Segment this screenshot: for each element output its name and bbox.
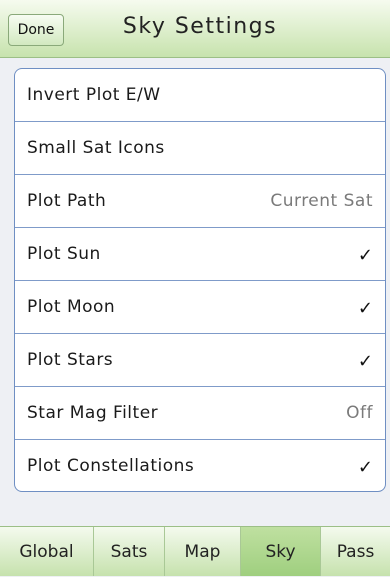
setting-value: Current Sat: [270, 191, 373, 211]
tab-global[interactable]: Global: [0, 527, 94, 576]
setting-row-star-mag-filter[interactable]: Star Mag Filter Off: [15, 387, 385, 440]
page-title: Sky Settings: [122, 14, 278, 39]
setting-label: Plot Path: [27, 191, 107, 211]
setting-label: Plot Sun: [27, 244, 101, 264]
checkmark-icon: ✓: [357, 351, 373, 372]
tab-bar: Global Sats Map Sky Pass: [0, 526, 390, 576]
setting-row-small-sat-icons[interactable]: Small Sat Icons: [15, 122, 385, 175]
checkmark-icon: ✓: [357, 457, 373, 478]
setting-row-plot-constellations[interactable]: Plot Constellations ✓: [15, 440, 385, 491]
checkmark-icon: ✓: [357, 245, 373, 266]
tab-sky[interactable]: Sky: [241, 527, 321, 576]
setting-label: Small Sat Icons: [27, 138, 165, 158]
setting-label: Star Mag Filter: [27, 403, 159, 423]
tab-map[interactable]: Map: [165, 527, 241, 576]
tab-pass[interactable]: Pass: [321, 527, 390, 576]
setting-label: Invert Plot E/W: [27, 85, 161, 105]
setting-row-plot-sun[interactable]: Plot Sun ✓: [15, 228, 385, 281]
settings-list: Invert Plot E/W Small Sat Icons Plot Pat…: [14, 68, 386, 492]
setting-value: Off: [346, 403, 373, 423]
setting-row-plot-stars[interactable]: Plot Stars ✓: [15, 334, 385, 387]
done-button[interactable]: Done: [8, 14, 64, 46]
setting-label: Plot Stars: [27, 350, 114, 370]
setting-row-invert-plot[interactable]: Invert Plot E/W: [15, 69, 385, 122]
tab-sats[interactable]: Sats: [94, 527, 165, 576]
setting-row-plot-moon[interactable]: Plot Moon ✓: [15, 281, 385, 334]
setting-row-plot-path[interactable]: Plot Path Current Sat: [15, 175, 385, 228]
setting-label: Plot Moon: [27, 297, 116, 317]
header-bar: Done Sky Settings: [0, 0, 390, 58]
checkmark-icon: ✓: [357, 298, 373, 319]
setting-label: Plot Constellations: [27, 456, 195, 476]
